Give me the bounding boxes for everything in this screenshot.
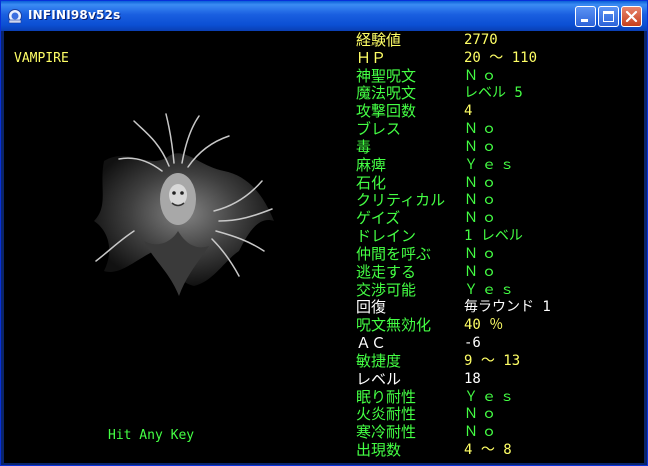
- stat-label: 交渉可能: [356, 280, 417, 299]
- stat-value: Ｙｅｓ: [464, 281, 518, 298]
- window-title: INFINI98v52s: [28, 8, 121, 22]
- stat-value: Ｎｏ: [464, 406, 500, 423]
- app-icon[interactable]: [7, 8, 23, 24]
- close-icon: [625, 10, 638, 23]
- stat-label: ドレイン: [356, 227, 417, 246]
- stat-label: 回復: [356, 298, 387, 317]
- stat-value: 1 レベル: [464, 228, 523, 245]
- maximize-icon: [603, 11, 614, 22]
- stat-value: Ｎｏ: [464, 210, 500, 227]
- minimize-button[interactable]: [575, 6, 596, 27]
- stat-label: 敏捷度: [356, 351, 402, 370]
- maximize-button[interactable]: [598, 6, 619, 27]
- close-button[interactable]: [621, 6, 642, 27]
- stat-value: Ｙｅｓ: [464, 388, 518, 405]
- stat-label: 毒: [356, 137, 372, 156]
- stat-label: クリティカル: [356, 191, 446, 210]
- stat-label: ゲイズ: [356, 209, 401, 228]
- stat-value: 4: [464, 103, 473, 120]
- stat-label: ＡＣ: [356, 334, 387, 353]
- game-screen[interactable]: VAMPIRE Hit Any Key 経験値 2770 ＨＰ 20 ～ 110…: [4, 31, 644, 463]
- stat-value: Ｙｅｓ: [464, 156, 518, 173]
- stat-value: 18: [464, 370, 481, 387]
- stat-label: 石化: [356, 173, 387, 192]
- stat-label: 仲間を呼ぶ: [356, 244, 432, 263]
- stat-label: 眠り耐性: [356, 387, 417, 406]
- stat-value: Ｎｏ: [464, 174, 500, 191]
- stat-label: 出現数: [356, 441, 402, 460]
- stat-label: ブレス: [356, 120, 402, 139]
- stat-value: Ｎｏ: [464, 138, 500, 155]
- stat-value: 2770: [464, 32, 498, 48]
- title-bar[interactable]: INFINI98v52s: [1, 1, 647, 31]
- stat-value: Ｎｏ: [464, 424, 500, 441]
- stat-value: 4 ～ 8: [464, 442, 512, 459]
- stat-label: 攻撃回数: [356, 102, 417, 121]
- stat-label: レベル: [356, 369, 402, 388]
- stat-value: Ｎｏ: [464, 245, 500, 262]
- stat-value: Ｎｏ: [464, 192, 500, 209]
- hit-any-key-prompt: Hit Any Key: [108, 428, 195, 443]
- vampire-portrait: [94, 113, 274, 296]
- stat-value: 20 ～ 110: [464, 49, 538, 66]
- stat-value: Ｎｏ: [464, 263, 500, 280]
- stat-label: 魔法呪文: [356, 84, 417, 103]
- stat-label: 寒冷耐性: [356, 423, 417, 442]
- stat-value: Ｎｏ: [464, 67, 500, 84]
- stat-label: 麻痺: [356, 155, 387, 174]
- stat-value: 毎ラウンド 1: [464, 299, 551, 316]
- stat-label: 呪文無効化: [356, 316, 432, 335]
- stat-label: 神聖呪文: [356, 66, 417, 85]
- stat-label: 逃走する: [356, 262, 417, 281]
- stat-value: -6: [464, 335, 481, 352]
- stat-value: 9 ～ 13: [464, 352, 521, 369]
- stat-label: ＨＰ: [356, 48, 387, 67]
- minimize-icon: [581, 19, 588, 22]
- stat-value: Ｎｏ: [464, 121, 500, 138]
- stat-value: 40 ％: [464, 317, 504, 334]
- app-window: INFINI98v52s VAMPIRE Hit Any Key 経験値 277…: [0, 0, 648, 466]
- monster-name: VAMPIRE: [14, 51, 69, 66]
- stat-value: レベル 5: [464, 85, 523, 102]
- stat-label: 火炎耐性: [356, 405, 417, 424]
- stat-label: 経験値: [356, 31, 402, 49]
